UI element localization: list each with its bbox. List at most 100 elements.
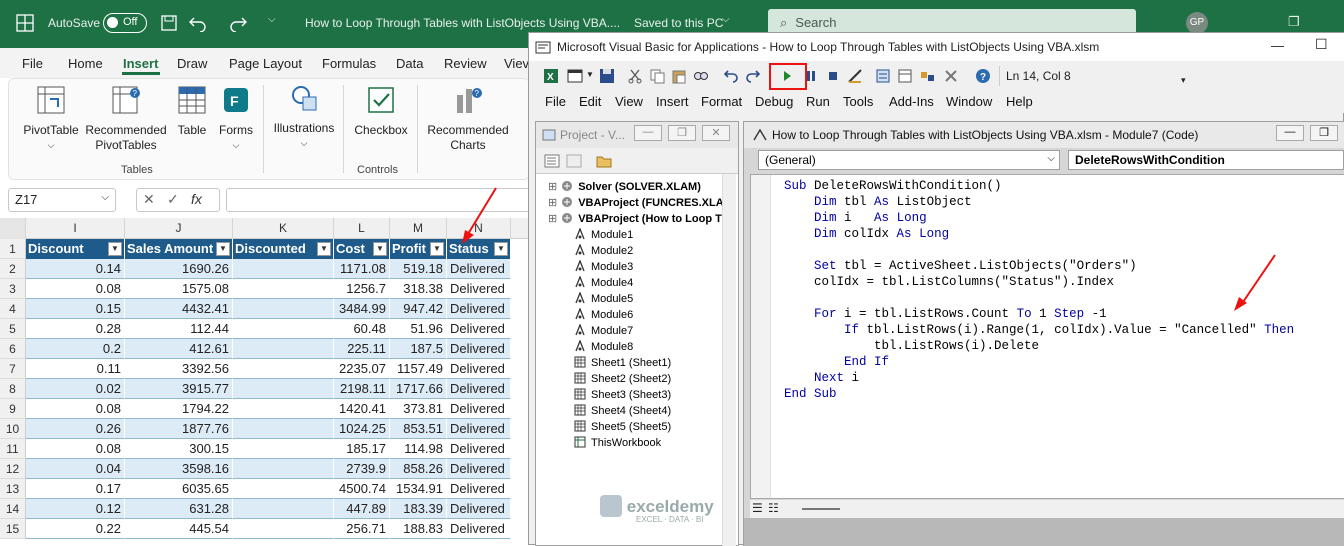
table-cell[interactable]: 412.61 <box>125 339 233 359</box>
tab-review[interactable]: Review <box>444 56 487 71</box>
table-cell[interactable]: 300.15 <box>125 439 233 459</box>
paste-icon[interactable] <box>671 68 687 84</box>
minimize-icon[interactable]: — <box>1271 38 1284 53</box>
table-cell[interactable] <box>233 259 334 279</box>
procedure-combo[interactable]: DeleteRowsWithCondition <box>1068 150 1344 170</box>
tree-item-module[interactable]: Module6 <box>574 308 633 321</box>
row-header[interactable]: 5 <box>0 319 26 339</box>
tree-item-project[interactable]: ⊞ Solver (SOLVER.XLAM) <box>548 180 701 193</box>
table-cell[interactable]: 947.42 <box>390 299 447 319</box>
table-cell[interactable]: 631.28 <box>125 499 233 519</box>
table-header-cell[interactable]: Sales Amount ▼ <box>125 239 233 259</box>
menu-run[interactable]: Run <box>806 94 830 109</box>
save-icon[interactable] <box>160 14 178 32</box>
code-line[interactable]: If tbl.ListRows(i).Range(1, colIdx).Valu… <box>784 323 1294 337</box>
forms-button[interactable]: F Forms ⌵ <box>214 85 258 153</box>
table-cell[interactable]: Delivered <box>447 299 511 319</box>
table-cell[interactable]: 188.83 <box>390 519 447 539</box>
row-header[interactable]: 1 <box>0 239 26 259</box>
toggle-folders-icon[interactable] <box>596 154 612 168</box>
cancel-icon[interactable]: ✕ <box>143 191 155 208</box>
expand-icon[interactable]: ⊞ <box>548 181 557 193</box>
select-all-corner[interactable] <box>0 218 26 239</box>
table-cell[interactable] <box>233 459 334 479</box>
table-cell[interactable]: Delivered <box>447 519 511 539</box>
close-icon[interactable]: ✕ <box>702 125 730 141</box>
qat-customize-icon[interactable]: ⌵ <box>268 14 276 25</box>
row-header[interactable]: 3 <box>0 279 26 299</box>
code-line[interactable]: Next i <box>784 371 859 385</box>
code-line[interactable]: colIdx = tbl.ListColumns("Status").Index <box>784 275 1114 289</box>
tree-item-project[interactable]: ⊞ VBAProject (How to Loop T <box>548 212 722 225</box>
table-cell[interactable]: 1024.25 <box>334 419 390 439</box>
table-cell[interactable]: 112.44 <box>125 319 233 339</box>
tab-home[interactable]: Home <box>68 56 103 71</box>
table-cell[interactable]: Delivered <box>447 459 511 479</box>
object-browser-icon[interactable] <box>919 68 935 84</box>
code-line[interactable]: End If <box>784 355 889 369</box>
table-cell[interactable]: 4432.41 <box>125 299 233 319</box>
column-header-k[interactable]: K <box>233 218 334 239</box>
tree-item-project[interactable]: ⊞ VBAProject (FUNCRES.XLAM <box>548 196 733 209</box>
table-cell[interactable]: 114.98 <box>390 439 447 459</box>
filter-dropdown-icon[interactable]: ▼ <box>373 242 387 256</box>
table-cell[interactable]: 1877.76 <box>125 419 233 439</box>
undo-icon[interactable] <box>723 68 739 84</box>
enter-icon[interactable]: ✓ <box>167 191 179 208</box>
tree-item-module[interactable]: Module7 <box>574 324 633 337</box>
column-header-j[interactable]: J <box>125 218 233 239</box>
tree-item-module[interactable]: Sheet4 (Sheet4) <box>574 404 671 417</box>
table-header-cell[interactable]: Discount ▼ <box>26 239 125 259</box>
table-cell[interactable]: Delivered <box>447 319 511 339</box>
tab-page-layout[interactable]: Page Layout <box>229 56 302 71</box>
tree-item-module[interactable]: Module5 <box>574 292 633 305</box>
recommended-charts-button[interactable]: ? Recommended Charts <box>421 85 515 153</box>
tree-item-module[interactable]: Sheet2 (Sheet2) <box>574 372 671 385</box>
row-header[interactable]: 4 <box>0 299 26 319</box>
expand-icon[interactable]: ⊞ <box>548 197 557 209</box>
table-cell[interactable]: 1157.49 <box>390 359 447 379</box>
tree-item-module[interactable]: ThisWorkbook <box>574 436 661 449</box>
code-line[interactable]: Dim tbl As ListObject <box>784 195 972 209</box>
tree-item-module[interactable]: Module3 <box>574 260 633 273</box>
table-cell[interactable]: 0.08 <box>26 399 125 419</box>
table-cell[interactable]: 2198.11 <box>334 379 390 399</box>
table-cell[interactable]: 0.28 <box>26 319 125 339</box>
row-header[interactable]: 2 <box>0 259 26 279</box>
table-cell[interactable]: 0.04 <box>26 459 125 479</box>
table-cell[interactable] <box>233 479 334 499</box>
table-header-cell[interactable]: Cost ▼ <box>334 239 390 259</box>
table-cell[interactable]: 373.81 <box>390 399 447 419</box>
table-cell[interactable]: Delivered <box>447 379 511 399</box>
tree-item-module[interactable]: Sheet3 (Sheet3) <box>574 388 671 401</box>
menu-format[interactable]: Format <box>701 94 742 109</box>
menu-debug[interactable]: Debug <box>755 94 793 109</box>
table-cell[interactable]: 51.96 <box>390 319 447 339</box>
vertical-scrollbar[interactable] <box>722 174 736 546</box>
table-cell[interactable] <box>233 279 334 299</box>
tree-item-module[interactable]: Sheet1 (Sheet1) <box>574 356 671 369</box>
table-cell[interactable]: Delivered <box>447 499 511 519</box>
table-cell[interactable]: 256.71 <box>334 519 390 539</box>
row-header[interactable]: 12 <box>0 459 26 479</box>
code-line[interactable]: tbl.ListRows(i).Delete <box>784 339 1039 353</box>
row-header[interactable]: 6 <box>0 339 26 359</box>
table-cell[interactable]: Delivered <box>447 479 511 499</box>
table-cell[interactable]: 2739.9 <box>334 459 390 479</box>
table-cell[interactable]: 445.54 <box>125 519 233 539</box>
object-combo[interactable]: (General) ⌵ <box>758 150 1060 170</box>
menu-addins[interactable]: Add-Ins <box>889 94 934 109</box>
table-cell[interactable]: 1717.66 <box>390 379 447 399</box>
row-header[interactable]: 7 <box>0 359 26 379</box>
design-mode-icon[interactable] <box>847 68 863 84</box>
table-cell[interactable]: 0.26 <box>26 419 125 439</box>
checkbox-button[interactable]: Checkbox <box>349 85 413 138</box>
tab-view[interactable]: Viev <box>504 56 529 71</box>
table-cell[interactable] <box>233 439 334 459</box>
table-cell[interactable]: 853.51 <box>390 419 447 439</box>
table-cell[interactable]: 318.38 <box>390 279 447 299</box>
table-cell[interactable]: 60.48 <box>334 319 390 339</box>
table-cell[interactable]: 2235.07 <box>334 359 390 379</box>
minimize-icon[interactable]: — <box>634 125 662 141</box>
view-excel-icon[interactable]: X <box>543 68 559 84</box>
